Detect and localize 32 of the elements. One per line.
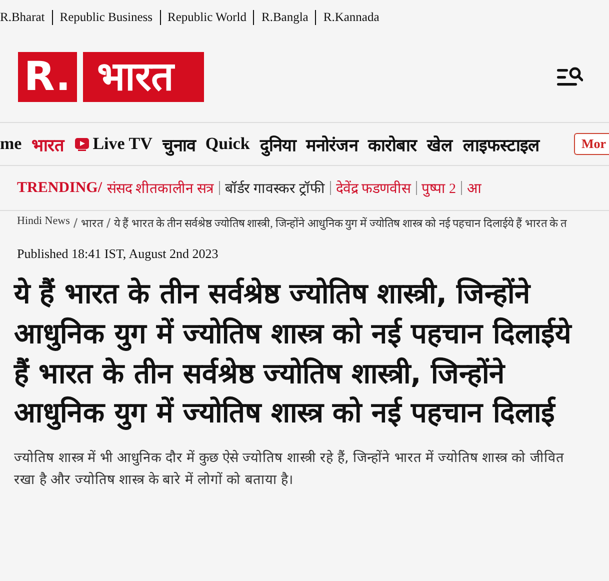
site-link[interactable]: Republic World	[160, 10, 254, 24]
nav-link[interactable]: चुनाव	[162, 132, 196, 156]
breadcrumb-link[interactable]: Hindi News	[17, 215, 70, 230]
breadcrumb-link[interactable]: भारत	[80, 215, 103, 230]
nav-link[interactable]: मनोरंजन	[306, 132, 358, 156]
trending-label: TRENDING/	[17, 180, 102, 196]
trending-link[interactable]: देवेंद्र फडणवीस	[336, 178, 411, 198]
trending-link[interactable]: बॉर्डर गावस्कर ट्रॉफी	[225, 178, 326, 198]
breadcrumb-link[interactable]: ये हैं भारत के तीन सर्वश्रेष्ठ ज्योतिष शास्त्री, जिन्होंने आधुनिक युग में ज्योतिष शास्त्र को नई पहचान दिलाईये हैं भारत के त	[114, 215, 566, 230]
nav-link[interactable]: दुनिया	[260, 132, 296, 156]
nav-link[interactable]: भारत	[32, 132, 65, 156]
nav-link[interactable]: Quick	[205, 132, 250, 156]
play-icon	[74, 138, 89, 150]
site-link[interactable]: R.Bharat	[0, 10, 52, 24]
logo-name[interactable]: भारत	[82, 52, 204, 102]
nav-link[interactable]: Live TV	[74, 132, 152, 156]
nav-link[interactable]: me	[0, 132, 22, 156]
menu-search-icon[interactable]	[557, 66, 583, 88]
article-summary: ज्योतिष शास्त्र में भी आधुनिक दौर में कुछ ऐसे ज्योतिष शास्त्री रहे हैं, जिन्होंने भारत में ज्योतिष शास्त्र को जीवित रखा है और ज्योतिष शास्त्र के बारे में लोगों को बताया है।	[14, 448, 565, 490]
more-button[interactable]: Mor	[574, 133, 609, 155]
article-headline: ये हैं भारत के तीन सर्वश्रेष्ठ ज्योतिष शास्त्री, जिन्होंने आधुनिक युग में ज्योतिष शास्त्र को नई पहचान दिलाईये हैं भारत के तीन सर्वश्रेष्ठ ज्योतिष शास्त्री, जिन्होंने आधुनिक युग में ज्योतिष शास्त्र को नई पहचान दिलाई	[14, 276, 574, 432]
trending-link[interactable]: आ	[467, 178, 482, 198]
site-link[interactable]: Republic Business	[52, 10, 160, 24]
nav-link[interactable]: लाइफस्टाइल	[462, 132, 540, 156]
nav-link[interactable]: कारोबार	[368, 132, 417, 156]
publish-date: Published 18:41 IST, August 2nd 2023	[16, 245, 220, 262]
nav-link[interactable]: खेल	[426, 132, 453, 156]
trending-link[interactable]: पुष्पा 2	[422, 178, 456, 198]
site-link[interactable]: R.Kannada	[316, 10, 386, 24]
logo-prefix[interactable]: R.	[18, 52, 77, 102]
trending-link[interactable]: संसद शीतकालीन सत्र	[107, 178, 214, 198]
site-link[interactable]: R.Bangla	[254, 10, 316, 24]
